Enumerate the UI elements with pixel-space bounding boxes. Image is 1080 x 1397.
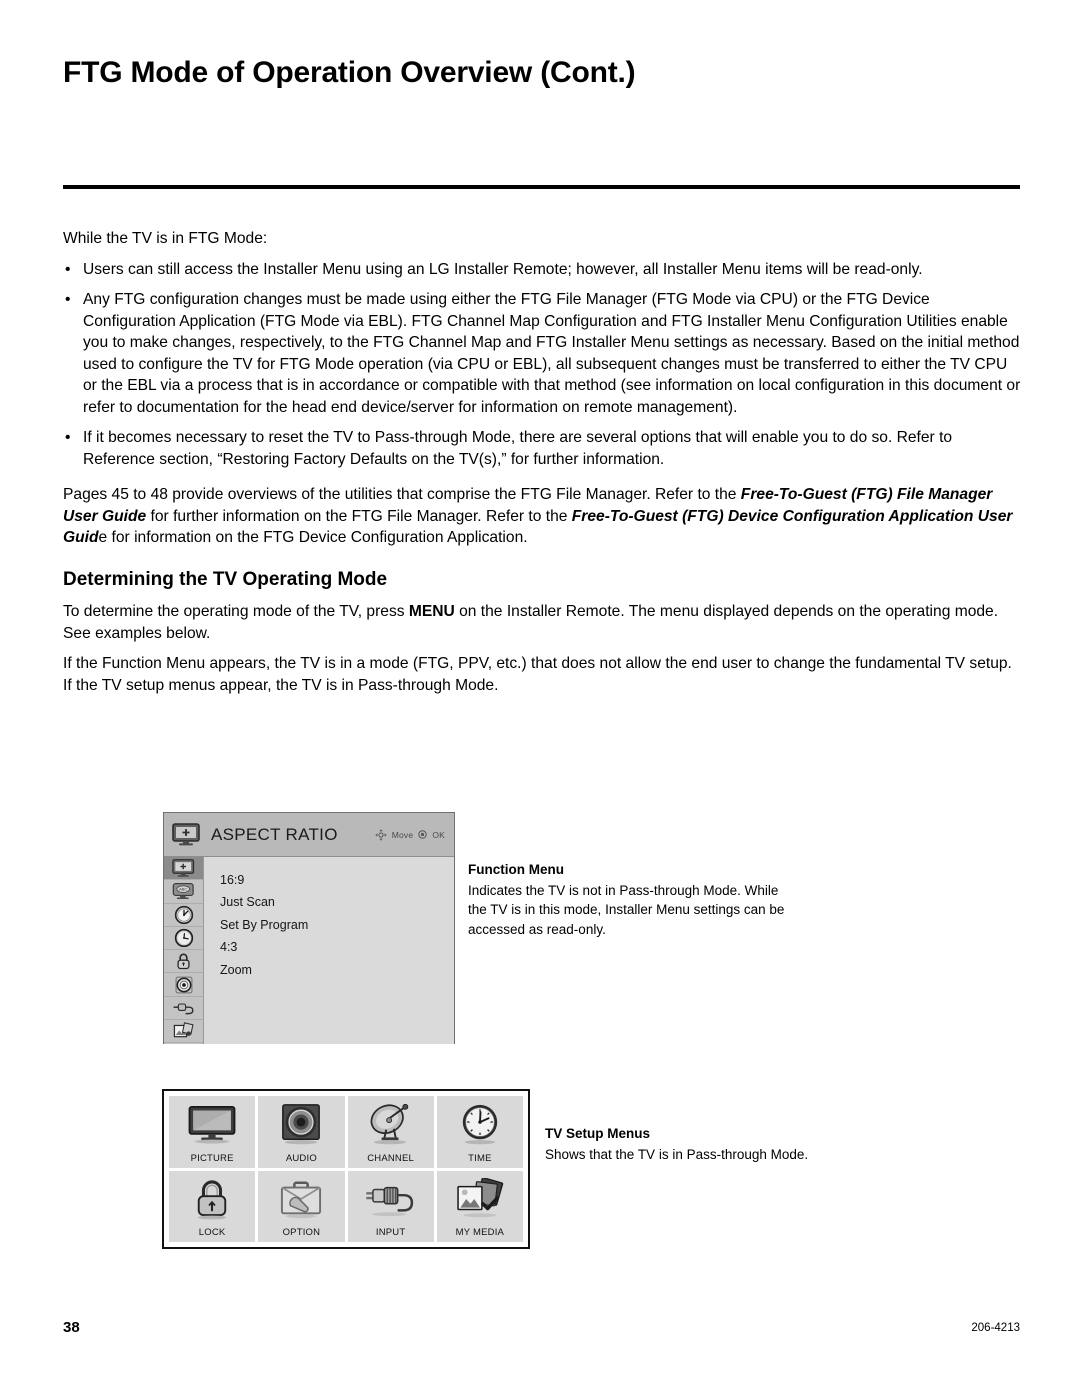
rail-item-channel[interactable] xyxy=(164,904,203,927)
setup-grid-item-audio[interactable]: AUDIO xyxy=(258,1096,345,1168)
guides-text-part1: Pages 45 to 48 provide overviews of the … xyxy=(63,486,741,503)
callout-tv-setup-menus-title: TV Setup Menus xyxy=(545,1126,651,1141)
tv-setup-menu-grid-figure: PICTURE AUDIO CHANNEL TIME LOCK OPTION I… xyxy=(162,1089,530,1249)
lock-padlock-icon xyxy=(175,951,192,971)
setup-grid-label: CHANNEL xyxy=(367,1152,415,1164)
osd-body: ABC 16:9 Just Scan Set By Program 4:3 Zo… xyxy=(164,857,454,1044)
list-item: • Any FTG configuration changes must be … xyxy=(63,289,1023,418)
list-item-text: Any FTG configuration changes must be ma… xyxy=(83,291,1021,416)
time-clock-icon xyxy=(174,928,194,948)
section-paragraph-1: To determine the operating mode of the T… xyxy=(63,601,1023,644)
satellite-dish-icon xyxy=(348,1096,434,1153)
speaker-icon xyxy=(258,1096,344,1153)
list-item-text: Users can still access the Installer Men… xyxy=(83,260,923,278)
setup-grid-item-lock[interactable]: LOCK xyxy=(169,1170,256,1242)
bullet-dot: • xyxy=(65,429,71,446)
setup-grid-label: INPUT xyxy=(375,1227,406,1238)
option-target-icon xyxy=(174,975,194,995)
list-item-text: If it becomes necessary to reset the TV … xyxy=(83,429,953,468)
header-divider xyxy=(63,185,1020,189)
aspect-ratio-osd-figure: ASPECT RATIO Move OK ABC 16:9 Just Scan … xyxy=(163,812,455,1044)
rca-plug-icon xyxy=(348,1171,434,1228)
list-item: • Users can still access the Installer M… xyxy=(63,259,1023,281)
osd-item-4-3[interactable]: 4:3 xyxy=(220,936,454,958)
setup-grid-item-time[interactable]: TIME xyxy=(436,1096,523,1168)
setup-grid-item-option[interactable]: OPTION xyxy=(258,1170,345,1242)
intro-lead: While the TV is in FTG Mode: xyxy=(63,230,268,247)
list-item: • If it becomes necessary to reset the T… xyxy=(63,427,1023,470)
callout-function-menu-text: Indicates the TV is not in Pass-through … xyxy=(468,882,785,937)
bullet-dot: • xyxy=(65,260,71,278)
picture-tv-icon xyxy=(171,858,196,878)
page-title: FTG Mode of Operation Overview (Cont.) xyxy=(63,56,636,89)
clock-icon xyxy=(437,1096,523,1153)
footer-document-code: 206-4213 xyxy=(971,1322,1020,1334)
channel-dial-icon xyxy=(174,905,194,925)
audio-screen-icon: ABC xyxy=(172,882,196,901)
rail-item-picture[interactable] xyxy=(164,857,203,881)
guides-text-part2: for further information on the FTG File … xyxy=(146,507,572,525)
setup-grid-label: PICTURE xyxy=(190,1152,234,1164)
body-content: While the TV is in FTG Mode: • Users can… xyxy=(63,228,1023,705)
toolbox-wrench-icon xyxy=(258,1171,344,1228)
footer-page-number: 38 xyxy=(63,1319,80,1336)
intro-bullet-list: • Users can still access the Installer M… xyxy=(63,259,1023,471)
setup-grid-label: TIME xyxy=(468,1152,492,1164)
osd-item-list: 16:9 Just Scan Set By Program 4:3 Zoom xyxy=(204,857,454,1044)
setup-grid-label: MY MEDIA xyxy=(455,1227,505,1238)
osd-hint-move-label: Move xyxy=(391,829,414,840)
section-heading: Determining the TV Operating Mode xyxy=(63,568,388,590)
rail-item-lock[interactable] xyxy=(164,950,203,974)
osd-item-just-scan[interactable]: Just Scan xyxy=(220,891,454,913)
guide-title-device-config-tail: e xyxy=(98,529,108,546)
rail-item-option[interactable] xyxy=(164,973,203,997)
osd-header: ASPECT RATIO Move OK xyxy=(164,813,454,857)
osd-item-zoom[interactable]: Zoom xyxy=(220,959,454,981)
bullet-dot: • xyxy=(65,291,71,308)
padlock-icon xyxy=(169,1171,255,1228)
rail-item-time[interactable] xyxy=(164,927,203,951)
input-plug-icon xyxy=(172,1000,196,1016)
setup-grid-item-my-media[interactable]: MY MEDIA xyxy=(436,1170,523,1242)
rail-item-my-media[interactable] xyxy=(164,1020,203,1044)
osd-item-16-9[interactable]: 16:9 xyxy=(220,869,454,891)
setup-grid-item-channel[interactable]: CHANNEL xyxy=(347,1096,434,1168)
ok-button-icon xyxy=(418,830,428,839)
section-p1-part-a: To determine the operating mode of the T… xyxy=(63,603,409,620)
tv-monitor-icon xyxy=(169,1096,255,1153)
setup-grid-label: AUDIO xyxy=(285,1152,317,1164)
osd-hint-ok-label: OK xyxy=(432,829,445,840)
callout-tv-setup-menus: TV Setup Menus Shows that the TV is in P… xyxy=(545,1124,845,1164)
osd-category-rail: ABC xyxy=(164,857,204,1044)
svg-text:ABC: ABC xyxy=(179,887,187,892)
guides-text-part3: for information on the FTG Device Config… xyxy=(107,529,528,546)
my-media-photos-icon xyxy=(173,1022,194,1041)
osd-hints: Move OK xyxy=(375,828,445,841)
picture-tv-icon xyxy=(172,822,202,847)
callout-function-menu-title: Function Menu xyxy=(468,862,564,877)
rail-item-audio[interactable]: ABC xyxy=(164,880,203,904)
guides-paragraph: Pages 45 to 48 provide overviews of the … xyxy=(63,484,1023,549)
osd-title: ASPECT RATIO xyxy=(211,824,338,844)
photos-icon xyxy=(437,1171,523,1228)
osd-item-set-by-program[interactable]: Set By Program xyxy=(220,914,454,936)
setup-grid-label: OPTION xyxy=(282,1227,321,1238)
rail-item-input[interactable] xyxy=(164,997,203,1021)
setup-grid-item-picture[interactable]: PICTURE xyxy=(169,1096,256,1168)
callout-function-menu: Function Menu Indicates the TV is not in… xyxy=(468,860,798,939)
menu-key-label: MENU xyxy=(408,603,455,620)
setup-grid-item-input[interactable]: INPUT xyxy=(347,1170,434,1242)
setup-grid-label: LOCK xyxy=(198,1227,226,1238)
dpad-move-icon xyxy=(375,828,387,841)
section-paragraph-2: If the Function Menu appears, the TV is … xyxy=(63,655,1012,694)
callout-tv-setup-menus-text: Shows that the TV is in Pass-through Mod… xyxy=(545,1146,809,1162)
